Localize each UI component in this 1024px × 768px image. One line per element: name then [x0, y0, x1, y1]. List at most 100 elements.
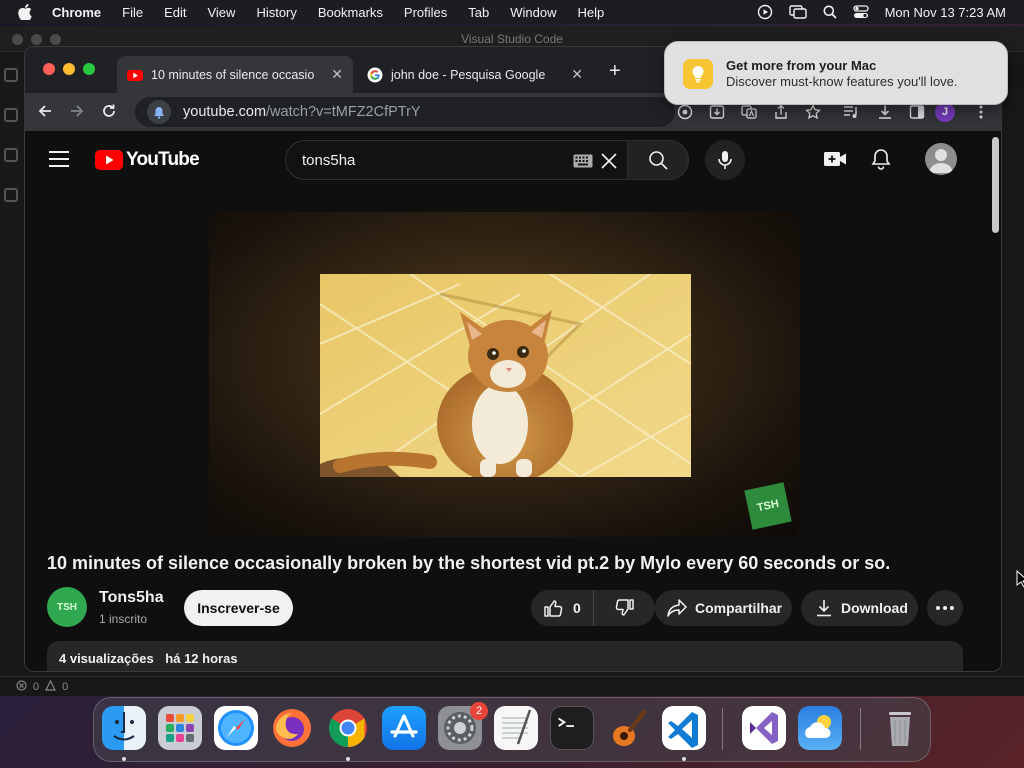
- dock: 2: [93, 697, 931, 762]
- like-dislike-group: 0: [531, 590, 655, 626]
- google-favicon: [367, 67, 383, 83]
- weather-icon[interactable]: [798, 706, 842, 750]
- firefox-icon[interactable]: [270, 706, 314, 750]
- google-lens-icon[interactable]: [677, 104, 693, 125]
- download-label: Download: [841, 600, 908, 616]
- problems-count[interactable]: 0: [33, 681, 39, 693]
- menu-file[interactable]: File: [122, 5, 143, 20]
- minimize-window-button[interactable]: [63, 63, 75, 75]
- close-tab-icon[interactable]: ✕: [571, 67, 583, 81]
- account-avatar[interactable]: [925, 143, 957, 175]
- voice-search-button[interactable]: [705, 140, 745, 180]
- menu-tab[interactable]: Tab: [468, 5, 489, 20]
- forward-arrow-icon[interactable]: [69, 103, 85, 124]
- like-count: 0: [573, 600, 581, 616]
- search-button[interactable]: [627, 140, 689, 180]
- create-video-icon[interactable]: [823, 148, 847, 175]
- screen-mirroring-icon[interactable]: [788, 5, 807, 19]
- launchpad-icon[interactable]: [158, 706, 202, 750]
- menu-edit[interactable]: Edit: [164, 5, 186, 20]
- now-playing-icon[interactable]: [757, 4, 773, 20]
- menubar-clock[interactable]: Mon Nov 13 7:23 AM: [885, 5, 1006, 20]
- extensions-icon[interactable]: [4, 188, 18, 202]
- channel-watermark-logo[interactable]: TSH: [744, 482, 792, 530]
- search-input[interactable]: tons5ha: [285, 140, 627, 180]
- channel-name[interactable]: Tons5ha: [99, 589, 164, 607]
- view-count: 4 visualizações: [59, 651, 154, 666]
- description-box[interactable]: 4 visualizações há 12 horas: [47, 641, 963, 671]
- zoom-window-button[interactable]: [83, 63, 95, 75]
- back-arrow-icon[interactable]: [37, 103, 53, 124]
- visual-studio-icon[interactable]: [742, 706, 786, 750]
- scrollbar-thumb[interactable]: [992, 137, 999, 233]
- like-button[interactable]: 0: [531, 590, 594, 626]
- install-app-icon[interactable]: [709, 104, 725, 125]
- menu-view[interactable]: View: [207, 5, 235, 20]
- textedit-icon[interactable]: [494, 706, 538, 750]
- vscode-window-controls[interactable]: [12, 34, 61, 45]
- menu-history[interactable]: History: [256, 5, 296, 20]
- bookmark-star-icon[interactable]: [805, 103, 821, 125]
- notification-body: Discover must-know features you'll love.: [726, 74, 958, 89]
- terminal-icon[interactable]: [550, 706, 594, 750]
- keyboard-icon[interactable]: [573, 154, 593, 172]
- vscode-icon[interactable]: [662, 706, 706, 750]
- share-page-icon[interactable]: [773, 104, 789, 125]
- chrome-menu-icon[interactable]: [973, 104, 989, 125]
- youtube-play-logo-icon: [95, 150, 123, 170]
- tab-youtube-video[interactable]: 10 minutes of silence occasio ✕: [117, 56, 353, 93]
- youtube-favicon: [127, 67, 143, 83]
- app-store-icon[interactable]: [382, 706, 426, 750]
- video-frame-cat: [320, 274, 691, 477]
- tab-title: 10 minutes of silence occasio: [151, 67, 315, 82]
- download-button[interactable]: Download: [801, 590, 918, 626]
- tab-google-search[interactable]: john doe - Pesquisa Google ✕: [357, 56, 593, 93]
- notifications-bell-icon[interactable]: [871, 148, 891, 175]
- search-view-icon[interactable]: [4, 108, 18, 122]
- hamburger-menu-icon[interactable]: [49, 151, 69, 172]
- menu-window[interactable]: Window: [510, 5, 556, 20]
- search-query: tons5ha: [302, 151, 356, 169]
- finder-icon[interactable]: [102, 706, 146, 750]
- menu-help[interactable]: Help: [578, 5, 605, 20]
- menu-bookmarks[interactable]: Bookmarks: [318, 5, 383, 20]
- share-arrow-icon: [667, 599, 687, 617]
- video-player[interactable]: TSH: [209, 212, 800, 537]
- clear-search-icon[interactable]: [599, 151, 619, 175]
- youtube-logo[interactable]: YouTube: [95, 149, 200, 171]
- subscribe-button[interactable]: Inscrever-se: [184, 590, 293, 626]
- warnings-count[interactable]: 0: [62, 681, 68, 693]
- source-control-icon[interactable]: [4, 148, 18, 162]
- channel-avatar[interactable]: TSH: [47, 587, 87, 627]
- downloads-icon[interactable]: [877, 104, 893, 125]
- chrome-icon[interactable]: [326, 706, 370, 750]
- spotlight-search-icon[interactable]: [823, 5, 837, 19]
- close-window-button[interactable]: [43, 63, 55, 75]
- safari-icon[interactable]: [214, 706, 258, 750]
- trash-icon[interactable]: [878, 706, 922, 750]
- new-tab-button[interactable]: +: [609, 61, 621, 81]
- youtube-page: YouTube tons5ha TSH 10 minutes of silenc…: [25, 131, 991, 671]
- close-tab-icon[interactable]: ✕: [331, 67, 343, 81]
- reload-icon[interactable]: [101, 103, 117, 124]
- translate-icon[interactable]: [741, 104, 757, 125]
- garageband-icon[interactable]: [606, 706, 650, 750]
- menu-profiles[interactable]: Profiles: [404, 5, 447, 20]
- finder-running-indicator: [122, 757, 126, 761]
- media-controls-icon[interactable]: [843, 104, 859, 125]
- menu-chrome[interactable]: Chrome: [52, 5, 101, 20]
- profile-avatar[interactable]: J: [935, 102, 955, 122]
- notification-bell-site-icon[interactable]: [147, 100, 171, 124]
- side-panel-icon[interactable]: [909, 104, 925, 125]
- address-bar[interactable]: youtube.com/watch?v=tMFZ2CfPTrY: [135, 97, 675, 127]
- tips-notification[interactable]: Get more from your Mac Discover must-kno…: [664, 41, 1008, 105]
- page-scrollbar[interactable]: [989, 131, 1001, 671]
- control-center-icon[interactable]: [852, 5, 869, 19]
- dislike-button[interactable]: [594, 598, 655, 618]
- explorer-icon[interactable]: [4, 68, 18, 82]
- thumbs-down-icon: [615, 599, 634, 616]
- youtube-wordmark: YouTube: [126, 149, 200, 170]
- apple-menu-icon[interactable]: [18, 4, 36, 20]
- more-actions-button[interactable]: [927, 590, 963, 626]
- share-button[interactable]: Compartilhar: [655, 590, 792, 626]
